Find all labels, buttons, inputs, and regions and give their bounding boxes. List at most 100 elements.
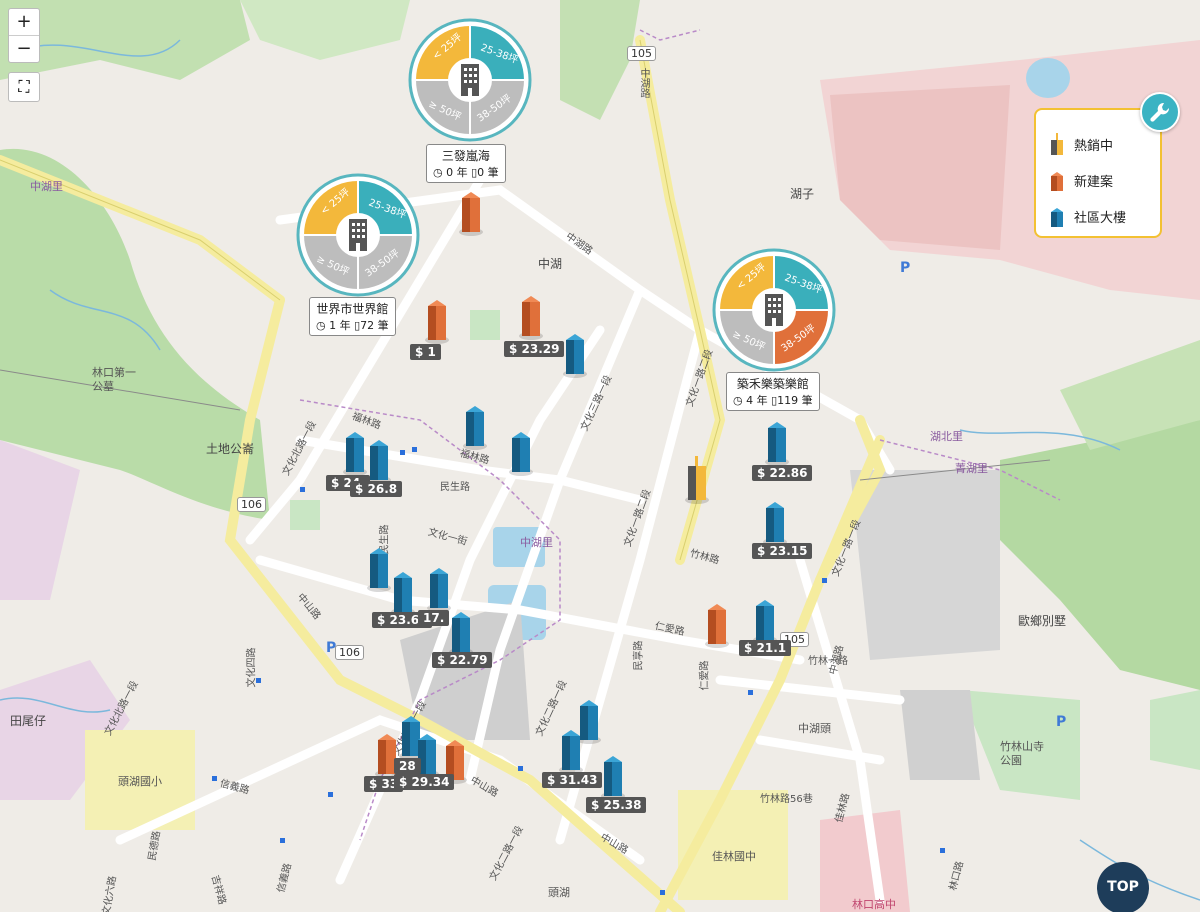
- community-building-marker[interactable]: [426, 564, 452, 612]
- place-label: 湖北里: [930, 430, 963, 443]
- cluster-name: 世界市世界館: [316, 302, 389, 316]
- zoom-out-button[interactable]: −: [9, 36, 39, 62]
- cluster-count: 119 筆: [777, 394, 813, 407]
- road-label: 中湖路: [638, 68, 649, 98]
- clock-icon: ◷: [316, 319, 326, 332]
- fullscreen-icon[interactable]: ⛶: [8, 72, 40, 102]
- cluster-count: 72 筆: [360, 319, 389, 332]
- new-project-building-marker[interactable]: [424, 296, 450, 344]
- hot-sale-building-marker[interactable]: [684, 456, 710, 504]
- road-label: 民生路: [440, 482, 470, 493]
- place-label: 頭湖國小: [118, 775, 162, 788]
- place-label: 湖子: [790, 187, 815, 201]
- community-building-marker[interactable]: [762, 498, 788, 546]
- bus-stop: [212, 776, 217, 781]
- price-tag[interactable]: $ 29.34: [394, 774, 455, 790]
- price-tag[interactable]: $ 26.8: [350, 481, 403, 497]
- bus-stop: [256, 678, 261, 683]
- price-tag[interactable]: $ 22.79: [432, 652, 493, 668]
- community-building-marker[interactable]: [508, 428, 534, 476]
- bus-stop: [300, 487, 305, 492]
- bus-stop: [412, 447, 417, 452]
- new-project-building-marker[interactable]: [518, 292, 544, 340]
- place-label: 頭湖: [548, 886, 570, 899]
- cluster-years: 1 年: [329, 319, 351, 332]
- bus-stop: [940, 848, 945, 853]
- legend-item-community[interactable]: 社區大樓: [1048, 198, 1152, 234]
- cluster-years: 4 年: [746, 394, 768, 407]
- legend-item-hot[interactable]: 熱銷中: [1048, 126, 1152, 162]
- road-shield: 106: [335, 645, 364, 660]
- bus-stop: [748, 690, 753, 695]
- parking-icon: P: [326, 640, 337, 656]
- legend-item-new[interactable]: 新建案: [1048, 162, 1152, 198]
- zoom-in-button[interactable]: +: [9, 9, 39, 36]
- price-tag[interactable]: $ 23.15: [752, 543, 813, 559]
- cluster-name: 築禾樂築樂館: [736, 377, 809, 391]
- place-label: 田尾仔: [10, 714, 47, 728]
- cluster-count: 0 筆: [477, 166, 499, 179]
- community-building-marker[interactable]: [600, 752, 626, 800]
- cluster-label-sanfa[interactable]: 三發嵐海 ◷ 0 年 ▯0 筆: [426, 144, 506, 183]
- place-label: 菁湖里: [955, 462, 988, 475]
- cluster-name: 三發嵐海: [441, 149, 490, 163]
- bus-stop: [280, 838, 285, 843]
- zoom-control: + −: [8, 8, 40, 63]
- cluster-marker-sanfa[interactable]: < 25坪 25-38坪 ≥ 50坪 38-50坪: [408, 18, 532, 142]
- place-label: 竹林山寺公園: [1000, 740, 1044, 767]
- place-label: 佳林國中: [712, 850, 756, 863]
- community-building-marker[interactable]: [390, 568, 416, 616]
- clock-icon: ◷: [733, 394, 743, 407]
- road-label: 仁愛路: [699, 660, 711, 691]
- new-project-building-marker[interactable]: [458, 188, 484, 236]
- community-building-marker[interactable]: [558, 726, 584, 774]
- price-tag[interactable]: $ 23.29: [504, 341, 565, 357]
- community-building-marker[interactable]: [764, 418, 790, 466]
- place-label: 林口第一公墓: [92, 366, 136, 393]
- bus-stop: [518, 766, 523, 771]
- community-building-marker[interactable]: [366, 544, 392, 592]
- top-button[interactable]: TOP: [1097, 862, 1149, 912]
- cluster-label-zhuhe[interactable]: 築禾樂築樂館 ◷ 4 年 ▯119 筆: [726, 372, 820, 411]
- bus-stop: [822, 578, 827, 583]
- map-canvas[interactable]: + − ⛶ 中湖 湖子 土地公崙 林口第一公墓 田尾仔 頭湖國小 佳林國中 歐鄉…: [0, 0, 1200, 912]
- parking-icon: P: [1056, 714, 1067, 730]
- bus-stop: [400, 450, 405, 455]
- place-label: 中湖: [538, 257, 563, 271]
- price-tag[interactable]: 28: [394, 758, 421, 774]
- cluster-marker-zhuhe[interactable]: < 25坪 25-38坪 ≥ 50坪 38-50坪: [712, 248, 836, 372]
- place-label: 中湖里: [520, 536, 553, 549]
- community-building-marker[interactable]: [342, 428, 368, 476]
- community-building-marker[interactable]: [366, 436, 392, 484]
- parking-icon: P: [900, 260, 911, 276]
- bus-stop: [328, 792, 333, 797]
- cluster-marker-world[interactable]: < 25坪 25-38坪 ≥ 50坪 38-50坪: [296, 173, 420, 297]
- price-tag[interactable]: $ 21.1: [739, 640, 792, 656]
- clock-icon: ◷: [433, 166, 443, 179]
- place-label: 中湖里: [30, 180, 63, 193]
- price-tag[interactable]: 17.: [418, 610, 450, 626]
- place-label: 歐鄉別墅: [1018, 614, 1067, 628]
- price-tag[interactable]: $ 1: [410, 344, 441, 360]
- price-tag[interactable]: $ 22.86: [752, 465, 813, 481]
- cluster-years: 0 年: [446, 166, 468, 179]
- hot-sale-building-icon: [1051, 133, 1063, 155]
- new-project-building-icon: [1051, 172, 1063, 191]
- place-label: 中湖頭: [798, 722, 831, 735]
- community-building-icon: [1051, 208, 1063, 227]
- place-label: 土地公崙: [206, 442, 255, 456]
- price-tag[interactable]: $ 25.38: [586, 797, 647, 813]
- road-label: 民享路: [633, 640, 645, 671]
- bus-stop: [660, 890, 665, 895]
- road-shield: 105: [627, 46, 656, 61]
- community-building-marker[interactable]: [462, 402, 488, 450]
- road-shield: 106: [237, 497, 266, 512]
- price-tag[interactable]: $ 31.43: [542, 772, 603, 788]
- community-building-marker[interactable]: [752, 596, 778, 644]
- place-label: 林口高中: [852, 898, 896, 911]
- community-building-marker[interactable]: [562, 330, 588, 378]
- cluster-label-world[interactable]: 世界市世界館 ◷ 1 年 ▯72 筆: [309, 297, 396, 336]
- new-project-building-marker[interactable]: [704, 600, 730, 648]
- wrench-icon[interactable]: [1140, 92, 1180, 132]
- community-building-marker[interactable]: [448, 608, 474, 656]
